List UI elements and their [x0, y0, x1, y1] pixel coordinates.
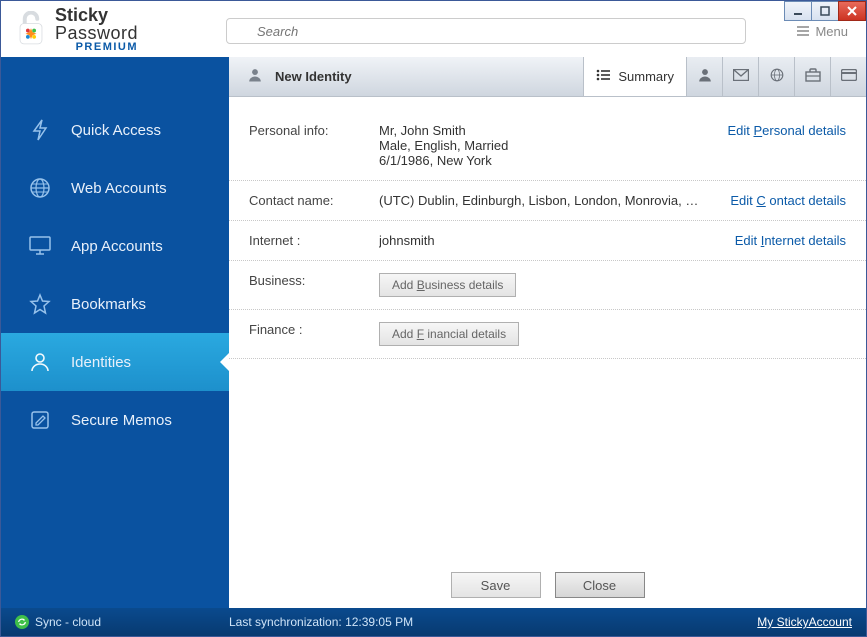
- sidebar-item-label: Secure Memos: [71, 412, 172, 429]
- credit-card-icon: [841, 69, 857, 84]
- briefcase-icon: [805, 68, 821, 85]
- app-logo: Sticky Password PREMIUM: [1, 1, 226, 57]
- add-business-button[interactable]: Add Business details: [379, 273, 516, 297]
- globe-icon: [769, 67, 785, 86]
- sidebar-item-quick-access[interactable]: Quick Access: [1, 101, 229, 159]
- sync-icon: [15, 615, 29, 629]
- monitor-icon: [27, 233, 53, 259]
- row-contact: Contact name: (UTC) Dublin, Edinburgh, L…: [229, 181, 866, 221]
- tab-finance[interactable]: [830, 57, 866, 96]
- tab-business[interactable]: [794, 57, 830, 96]
- edit-contact-link[interactable]: Edit C ontact details: [730, 193, 846, 208]
- person-icon: [697, 67, 713, 86]
- sidebar-item-label: Identities: [71, 354, 131, 371]
- row-finance: Finance : Add F inancial details: [229, 310, 866, 359]
- personal-line1: Mr, John Smith: [379, 123, 706, 138]
- sidebar-item-web-accounts[interactable]: Web Accounts: [1, 159, 229, 217]
- label-personal: Personal info:: [249, 123, 379, 168]
- edit-internet-link[interactable]: Edit Internet details: [735, 233, 846, 248]
- hamburger-icon: [797, 24, 809, 39]
- label-finance: Finance :: [249, 322, 379, 346]
- contact-value: (UTC) Dublin, Edinburgh, Lisbon, London,…: [379, 193, 706, 208]
- my-account-link[interactable]: My StickyAccount: [757, 615, 852, 629]
- label-business: Business:: [249, 273, 379, 297]
- close-window-button[interactable]: [838, 1, 866, 21]
- note-icon: [27, 407, 53, 433]
- star-icon: [27, 291, 53, 317]
- save-button[interactable]: Save: [451, 572, 541, 598]
- sidebar-item-bookmarks[interactable]: Bookmarks: [1, 275, 229, 333]
- search-input[interactable]: [226, 18, 746, 44]
- tab-summary[interactable]: Summary: [583, 57, 686, 96]
- personal-line3: 6/1/1986, New York: [379, 153, 706, 168]
- tab-personal[interactable]: [686, 57, 722, 96]
- person-icon: [247, 67, 263, 86]
- add-finance-button[interactable]: Add F inancial details: [379, 322, 519, 346]
- personal-line2: Male, English, Married: [379, 138, 706, 153]
- row-internet: Internet : johnsmith Edit Internet detai…: [229, 221, 866, 261]
- row-personal: Personal info: Mr, John Smith Male, Engl…: [229, 111, 866, 181]
- internet-value: johnsmith: [379, 233, 706, 248]
- menu-label: Menu: [815, 24, 848, 39]
- bolt-icon: [27, 117, 53, 143]
- close-button[interactable]: Close: [555, 572, 645, 598]
- tab-contact[interactable]: [722, 57, 758, 96]
- sidebar-item-secure-memos[interactable]: Secure Memos: [1, 391, 229, 449]
- sidebar-item-label: Bookmarks: [71, 296, 146, 313]
- list-icon: [596, 69, 610, 84]
- label-contact: Contact name:: [249, 193, 379, 208]
- last-sync: Last synchronization: 12:39:05 PM: [229, 615, 413, 629]
- sidebar-item-label: Web Accounts: [71, 180, 167, 197]
- maximize-button[interactable]: [811, 1, 839, 21]
- logo-line1: Sticky: [55, 6, 138, 24]
- sidebar-item-label: Quick Access: [71, 122, 161, 139]
- tab-summary-label: Summary: [618, 69, 674, 84]
- sidebar: Quick Access Web Accounts App Accounts B…: [1, 57, 229, 608]
- padlock-icon: [13, 11, 49, 47]
- sidebar-item-label: App Accounts: [71, 238, 163, 255]
- tab-internet[interactable]: [758, 57, 794, 96]
- person-icon: [27, 349, 53, 375]
- label-internet: Internet :: [249, 233, 379, 248]
- envelope-icon: [733, 69, 749, 84]
- edit-personal-link[interactable]: Edit Personal details: [727, 123, 846, 138]
- globe-icon: [27, 175, 53, 201]
- row-business: Business: Add Business details: [229, 261, 866, 310]
- menu-button[interactable]: Menu: [797, 20, 848, 39]
- sync-status: Sync - cloud: [35, 615, 101, 629]
- sidebar-item-app-accounts[interactable]: App Accounts: [1, 217, 229, 275]
- identity-title: New Identity: [275, 69, 352, 84]
- minimize-button[interactable]: [784, 1, 812, 21]
- logo-line2: Password: [55, 24, 138, 42]
- logo-edition: PREMIUM: [55, 42, 138, 53]
- sidebar-item-identities[interactable]: Identities: [1, 333, 229, 391]
